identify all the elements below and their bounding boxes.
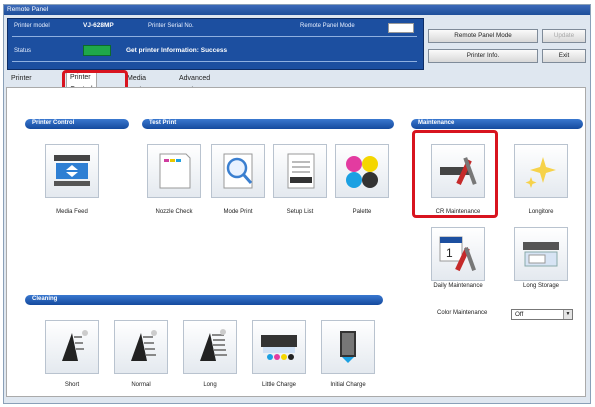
svg-text:1: 1 (446, 246, 453, 260)
remote-panel-mode-button[interactable]: Remote Panel Mode (428, 29, 538, 43)
little-charge-icon (261, 335, 297, 360)
printer-info-button[interactable]: Printer Info. (428, 49, 538, 63)
cleaning-long-label: Long (203, 382, 217, 388)
cleaning-normal-button[interactable] (114, 320, 168, 374)
divider (12, 61, 417, 62)
section-printer-control: Printer Control (25, 119, 129, 129)
long-storage-button[interactable] (514, 227, 568, 281)
daily-maintenance-icon: 1 (439, 236, 476, 272)
palette-label: Palette (352, 209, 372, 215)
remote-mode-label: Remote Panel Mode (300, 23, 355, 29)
setup-list-icon (287, 153, 315, 189)
cr-maintenance-highlight-box (412, 130, 498, 218)
little-charge-button[interactable] (252, 320, 306, 374)
printer-model-label: Printer model (14, 23, 50, 29)
cleaning-long-button[interactable] (183, 320, 237, 374)
cleaning-normal-icon (131, 330, 157, 361)
initial-charge-icon (340, 331, 356, 363)
cleaning-long-icon (200, 329, 227, 361)
long-storage-label: Long Storage (522, 283, 560, 289)
nozzle-check-icon (159, 153, 191, 189)
status-label: Status (14, 48, 32, 54)
remote-mode-indicator (388, 23, 414, 33)
divider (12, 36, 417, 37)
daily-maintenance-button[interactable]: 1 (431, 227, 485, 281)
palette-button[interactable] (335, 144, 389, 198)
initial-charge-label: Initial Charge (330, 382, 366, 388)
media-feed-label: Media Feed (56, 209, 88, 215)
palette-icon (346, 156, 378, 188)
initial-charge-button[interactable] (321, 320, 375, 374)
media-feed-button[interactable] (45, 144, 99, 198)
tab-media-setting[interactable]: Media Setting (124, 73, 152, 94)
cleaning-short-button[interactable] (45, 320, 99, 374)
section-test-print: Test Print (142, 119, 394, 129)
color-maintenance-label: Color Maintenance (437, 310, 488, 316)
status-panel: Printer model VJ-628MP Printer Serial No… (7, 18, 424, 70)
cleaning-short-icon (62, 330, 88, 361)
little-charge-label: Little Charge (261, 382, 297, 388)
tab-printer-status[interactable]: Printer Status (8, 73, 35, 94)
window-title: Remote Panel (4, 5, 590, 15)
section-maintenance: Maintenance (411, 119, 583, 129)
tab-advanced-setting[interactable]: Advanced Setting (176, 73, 213, 94)
printer-model-value: VJ-628MP (83, 22, 114, 29)
section-cleaning: Cleaning (25, 295, 383, 305)
media-feed-icon (54, 155, 90, 186)
cleaning-short-label: Short (64, 382, 80, 388)
daily-maintenance-label: Daily Maintenance (433, 283, 483, 289)
longitore-button[interactable] (514, 144, 568, 198)
status-message: Get printer Information: Success (126, 47, 228, 54)
mode-print-icon (223, 153, 253, 189)
sparkle-icon (525, 157, 556, 188)
color-maintenance-value: Off (515, 311, 524, 318)
setup-list-button[interactable] (273, 144, 327, 198)
nozzle-check-button[interactable] (147, 144, 201, 198)
color-maintenance-select[interactable]: Off ▼ (511, 309, 573, 320)
serial-label: Printer Serial No. (148, 23, 194, 29)
long-storage-icon (523, 242, 559, 267)
exit-button[interactable]: Exit (542, 49, 586, 63)
mode-print-button[interactable] (211, 144, 265, 198)
status-indicator (83, 45, 111, 56)
chevron-down-icon: ▼ (563, 310, 572, 319)
printer-control-panel: Printer Control Test Print Maintenance C… (6, 87, 586, 397)
cleaning-normal-label: Normal (131, 382, 151, 388)
longitore-label: Longitore (528, 209, 554, 215)
update-button[interactable]: Update (542, 29, 586, 43)
